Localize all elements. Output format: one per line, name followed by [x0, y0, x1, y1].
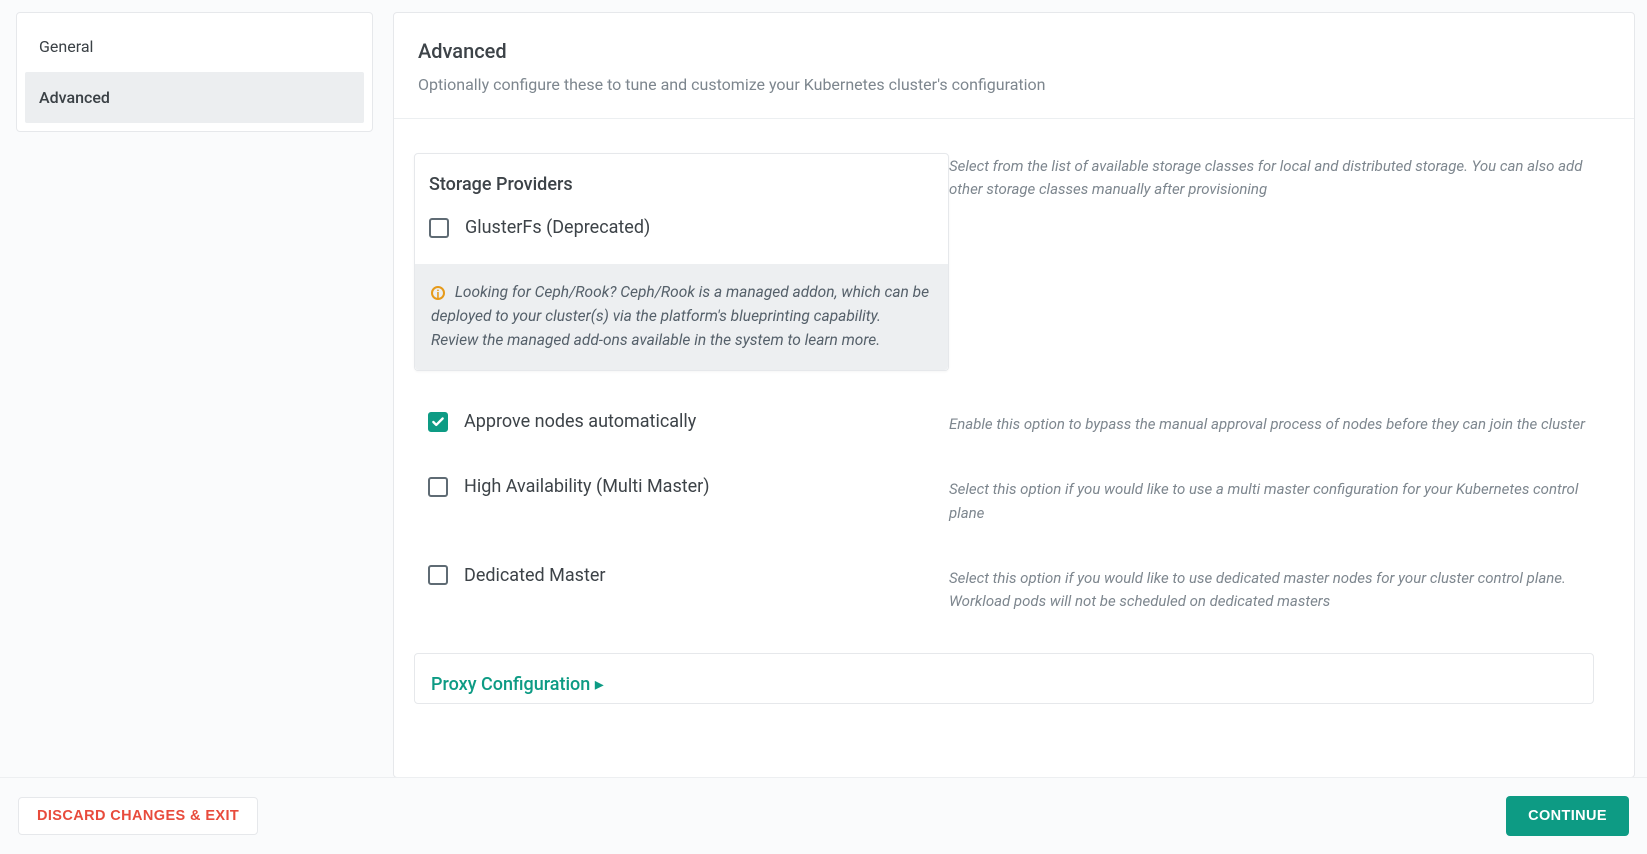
dedicated-master-option[interactable]: Dedicated Master [414, 565, 949, 586]
footer-bar: DISCARD CHANGES & EXIT CONTINUE [0, 777, 1647, 854]
glusterfs-label: GlusterFs (Deprecated) [465, 217, 650, 238]
glusterfs-checkbox[interactable] [429, 218, 449, 238]
dedicated-master-checkbox[interactable] [428, 565, 448, 585]
ha-checkbox[interactable] [428, 477, 448, 497]
proxy-config-expander[interactable]: Proxy Configuration ▸ [414, 653, 1594, 704]
sidebar: General Advanced [16, 12, 373, 132]
sidebar-item-advanced[interactable]: Advanced [25, 72, 364, 123]
ceph-rook-info-note: i Looking for Ceph/Rook? Ceph/Rook is a … [415, 264, 948, 370]
ha-label: High Availability (Multi Master) [464, 476, 710, 497]
main-panel: Advanced Optionally configure these to t… [393, 12, 1635, 778]
info-note-text: Looking for Ceph/Rook? Ceph/Rook is a ma… [431, 283, 929, 349]
page-title: Advanced [418, 39, 1610, 63]
continue-button[interactable]: CONTINUE [1506, 796, 1629, 836]
storage-providers-panel: Storage Providers GlusterFs (Deprecated)… [414, 153, 949, 371]
approve-nodes-help: Enable this option to bypass the manual … [949, 411, 1614, 436]
approve-nodes-option[interactable]: Approve nodes automatically [414, 411, 949, 432]
main-header: Advanced Optionally configure these to t… [394, 13, 1634, 119]
glusterfs-option[interactable]: GlusterFs (Deprecated) [415, 217, 948, 264]
dedicated-master-help: Select this option if you would like to … [949, 565, 1614, 614]
approve-nodes-checkbox[interactable] [428, 412, 448, 432]
dedicated-master-label: Dedicated Master [464, 565, 605, 586]
storage-panel-title: Storage Providers [415, 174, 948, 217]
storage-help-text: Select from the list of available storag… [949, 153, 1614, 202]
approve-nodes-label: Approve nodes automatically [464, 411, 696, 432]
ha-option[interactable]: High Availability (Multi Master) [414, 476, 949, 497]
discard-button[interactable]: DISCARD CHANGES & EXIT [18, 797, 258, 835]
info-icon: i [431, 286, 445, 300]
sidebar-item-general[interactable]: General [25, 21, 364, 72]
page-subtitle: Optionally configure these to tune and c… [418, 75, 1610, 94]
ha-help: Select this option if you would like to … [949, 476, 1614, 525]
